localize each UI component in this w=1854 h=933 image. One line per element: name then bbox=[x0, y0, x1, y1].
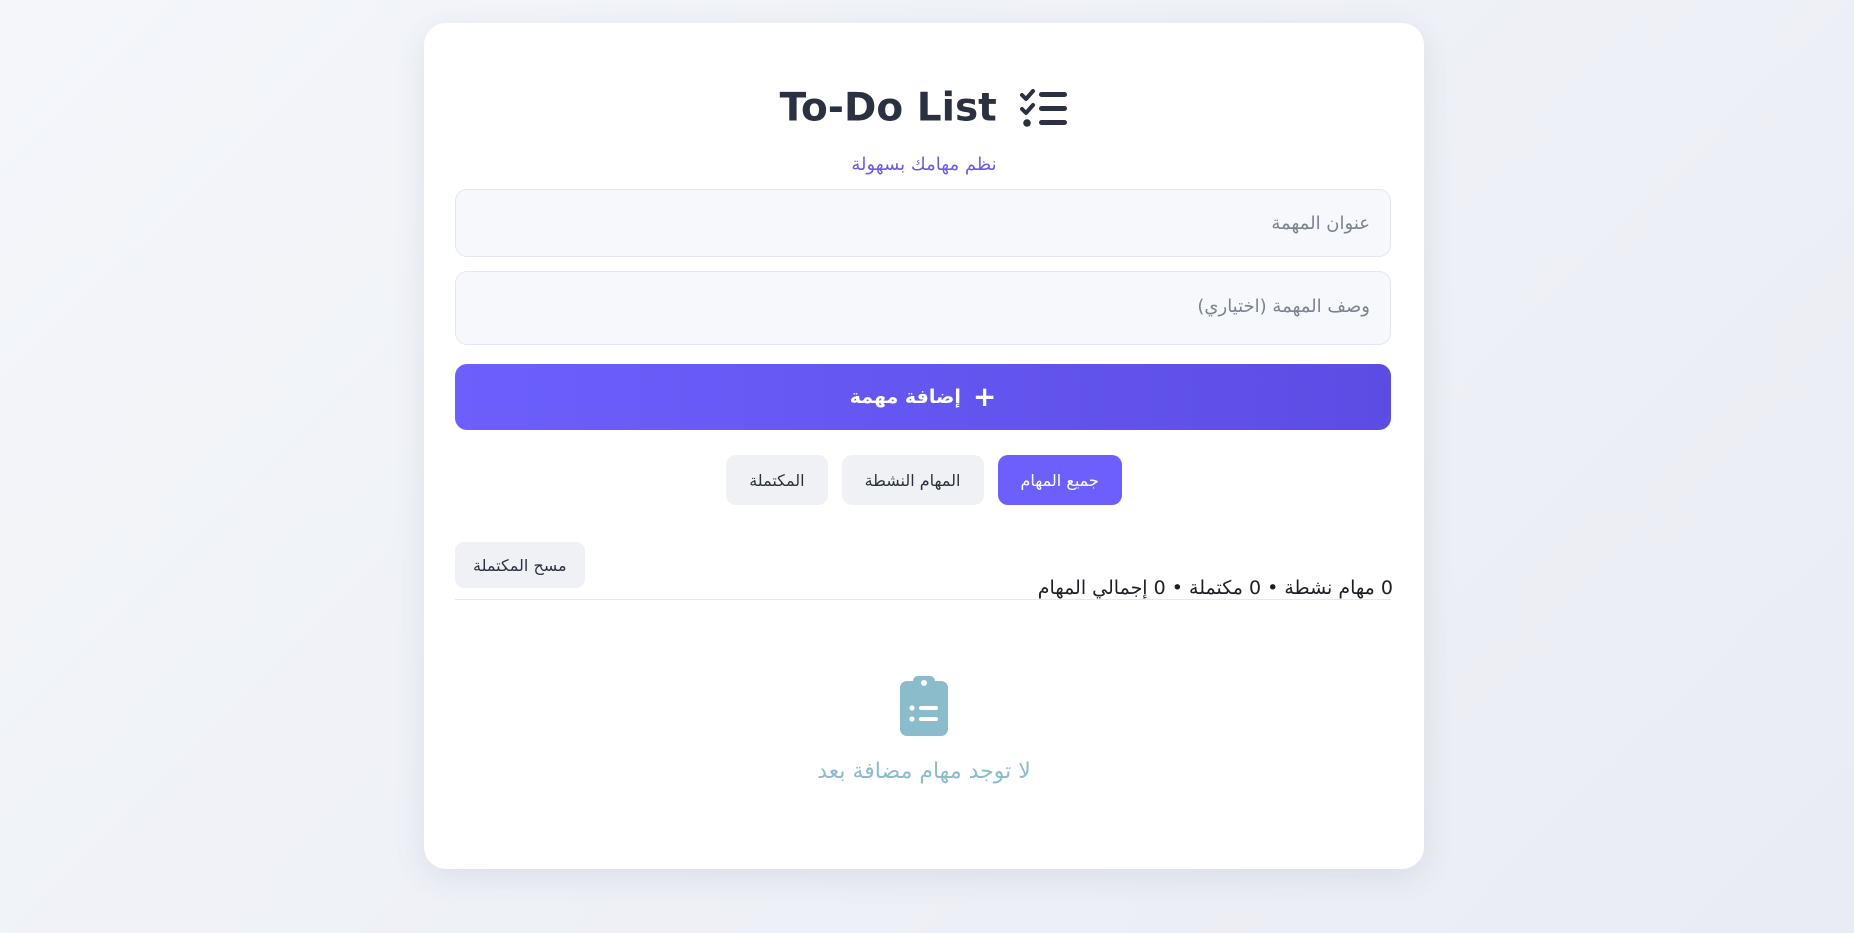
divider bbox=[455, 599, 1391, 600]
filter-all-tasks[interactable]: جميع المهام bbox=[997, 455, 1122, 505]
page-title-row: To-Do List bbox=[424, 83, 1424, 133]
filter-tabs: جميع المهام المهام النشطة المكتملة bbox=[424, 455, 1424, 505]
todo-card: To-Do List نظم مهامك بسهولة + إضافة مهمة… bbox=[424, 23, 1424, 869]
add-task-label: إضافة مهمة bbox=[849, 386, 961, 408]
list-check-icon bbox=[1020, 88, 1068, 130]
page-title: To-Do List bbox=[779, 85, 997, 131]
task-title-input[interactable] bbox=[455, 189, 1391, 257]
task-description-input[interactable] bbox=[455, 271, 1391, 345]
empty-state-message: لا توجد مهام مضافة بعد bbox=[817, 759, 1031, 784]
add-task-button[interactable]: + إضافة مهمة bbox=[455, 364, 1391, 430]
plus-icon: + bbox=[972, 380, 997, 413]
filter-completed-tasks[interactable]: المكتملة bbox=[726, 455, 828, 505]
clear-completed-button[interactable]: مسح المكتملة bbox=[455, 542, 585, 588]
filter-active-tasks[interactable]: المهام النشطة bbox=[841, 455, 984, 505]
clipboard-list-icon bbox=[900, 674, 948, 736]
page-subtitle: نظم مهامك بسهولة bbox=[851, 154, 997, 175]
